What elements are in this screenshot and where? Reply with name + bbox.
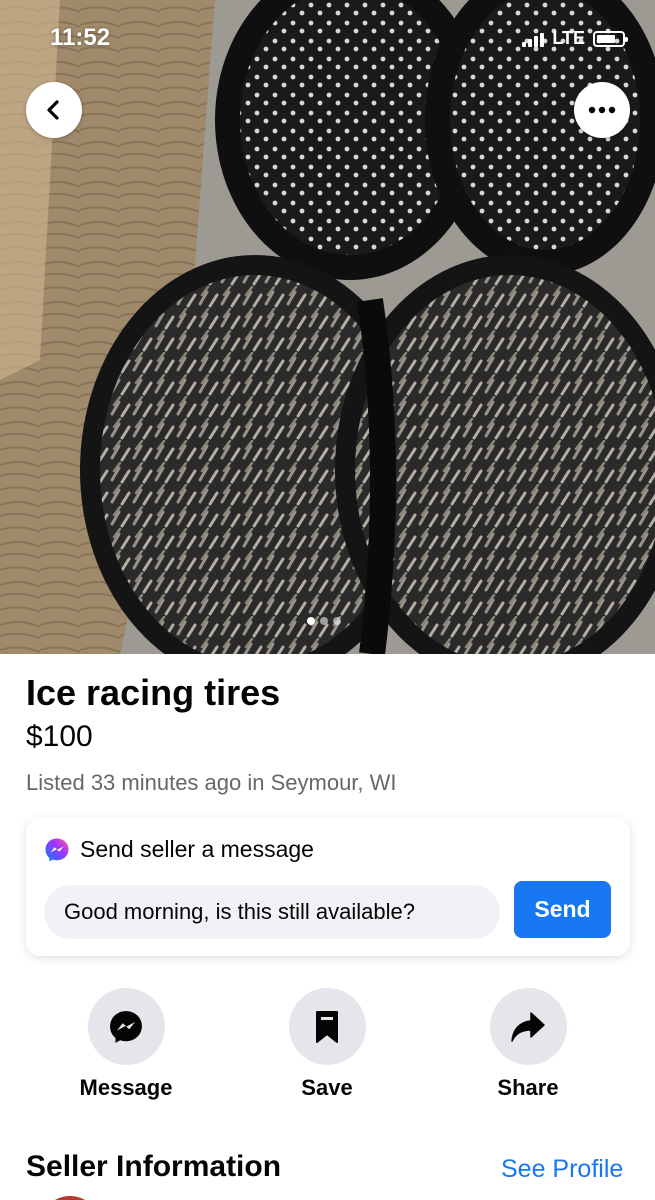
- messenger-icon: [45, 838, 69, 861]
- more-horizontal-icon: [588, 106, 616, 114]
- send-message-card: Send seller a message Send: [26, 818, 630, 956]
- seller-info-heading: Seller Information: [26, 1150, 282, 1183]
- save-action-circle[interactable]: [288, 988, 366, 1065]
- share-arrow-icon: [511, 1011, 545, 1042]
- carousel-dot-active: [307, 617, 315, 625]
- message-action-circle[interactable]: [87, 988, 165, 1065]
- back-button[interactable]: [26, 82, 82, 138]
- signal-icon: [522, 31, 545, 47]
- status-time: 11:52: [50, 24, 111, 51]
- chevron-left-icon: [47, 100, 59, 120]
- message-action[interactable]: Message: [51, 988, 201, 1101]
- network-label: LTE: [552, 28, 585, 48]
- carousel-dot: [333, 617, 341, 625]
- see-profile-link[interactable]: See Profile: [501, 1155, 623, 1184]
- bookmark-icon: [316, 1010, 338, 1043]
- save-action[interactable]: Save: [252, 988, 402, 1101]
- listing-actions: Message Save Share: [0, 988, 655, 1103]
- save-action-label: Save: [301, 1075, 353, 1100]
- share-action[interactable]: Share: [453, 988, 603, 1101]
- tire-photo-illustration: [0, 0, 655, 654]
- message-action-label: Message: [79, 1075, 173, 1100]
- battery-icon: [593, 30, 628, 47]
- listing-meta: Listed 33 minutes ago in Seymour, WI: [26, 770, 397, 795]
- message-card-heading: Send seller a message: [80, 836, 314, 862]
- carousel-dot: [320, 617, 328, 625]
- message-card-header: Send seller a message: [44, 836, 314, 863]
- share-action-label: Share: [497, 1075, 559, 1100]
- messenger-icon: [110, 1010, 142, 1043]
- listing-title: Ice racing tires: [26, 672, 281, 713]
- listing-photo[interactable]: 11:52 LTE: [0, 0, 655, 654]
- share-action-circle[interactable]: [489, 988, 567, 1065]
- more-options-button[interactable]: [574, 82, 630, 138]
- carousel-indicator: [307, 617, 341, 625]
- message-input[interactable]: [44, 885, 500, 939]
- listing-price: $100: [26, 720, 93, 753]
- status-indicators: LTE: [522, 28, 628, 49]
- seller-avatar[interactable]: [40, 1196, 100, 1200]
- send-button[interactable]: Send: [514, 881, 611, 938]
